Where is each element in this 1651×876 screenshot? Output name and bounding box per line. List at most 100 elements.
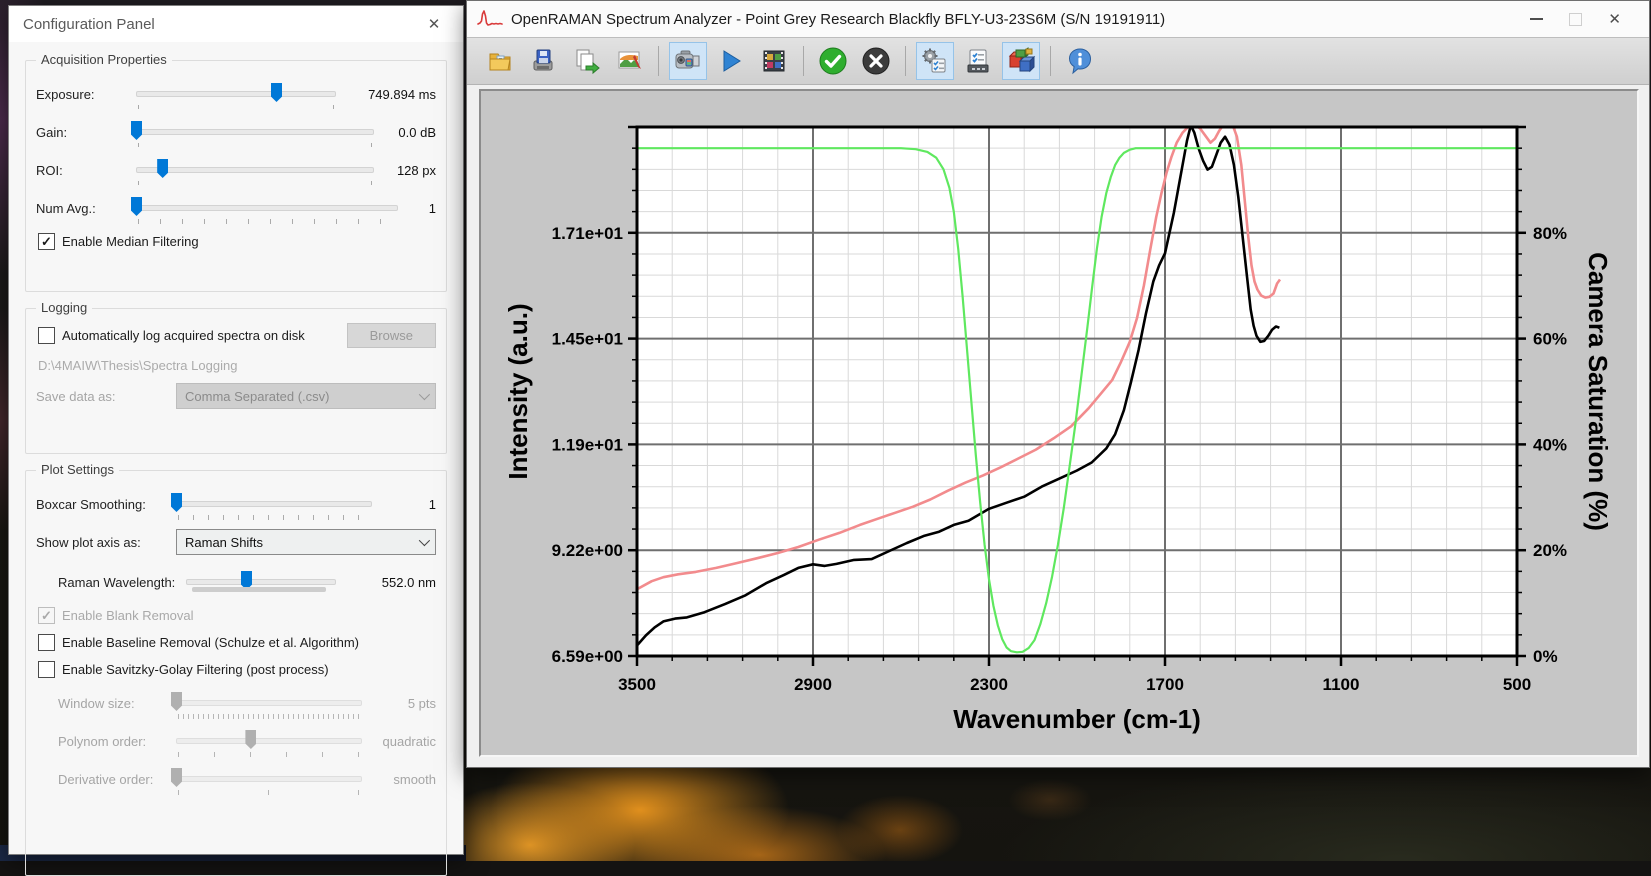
window-size-row: Window size: 5 pts: [58, 688, 436, 719]
save-format-select: Comma Separated (.csv): [176, 383, 436, 409]
copy-icon[interactable]: [567, 42, 605, 80]
polynom-order-slider: [176, 726, 362, 757]
derivative-order-value: smooth: [393, 771, 436, 787]
maximize-icon[interactable]: [1569, 12, 1583, 26]
y-right-tick-label: 20%: [1533, 541, 1567, 560]
y-left-axis-title: Intensity (a.u.): [503, 303, 533, 479]
enable-savitzky-golay-checkbox[interactable]: Enable Savitzky-Golay Filtering (post pr…: [38, 661, 434, 678]
configuration-panel-titlebar[interactable]: Configuration Panel ✕: [9, 6, 463, 42]
raman-wavelength-slider-track[interactable]: [186, 579, 336, 585]
polynom-order-slider-ticks: [178, 752, 360, 757]
plot-axis-select[interactable]: Raman Shifts: [176, 529, 436, 555]
boxcar-slider[interactable]: [171, 489, 372, 520]
spectrum-chart[interactable]: 3500 2900 2300 1700 1100 500 6.59e+00 9.22e+00 1…: [481, 91, 1633, 751]
gain-label: Gain:: [36, 124, 68, 140]
exposure-slider[interactable]: [136, 79, 336, 109]
x-axis-title: Wavenumber (cm-1): [953, 704, 1201, 734]
enable-blank-removal-checkbox: Enable Blank Removal: [38, 607, 434, 624]
y-left-tick-label: 1.71e+01: [552, 224, 623, 243]
toolbar-separator: [905, 46, 906, 76]
num-avg-slider-track[interactable]: [136, 205, 398, 211]
film-icon[interactable]: [755, 42, 793, 80]
checkbox-box[interactable]: [38, 327, 55, 344]
close-icon[interactable]: ✕: [1608, 12, 1621, 27]
plot-axis-value: Raman Shifts: [185, 534, 264, 550]
logging-group: Logging Automatically log acquired spect…: [25, 300, 447, 454]
exposure-slider-track[interactable]: [136, 91, 336, 97]
autolog-label: Automatically log acquired spectra on di…: [62, 328, 305, 343]
window-size-slider: [171, 688, 362, 719]
close-icon[interactable]: ✕: [419, 11, 449, 37]
num-avg-row: Num Avg.: 1: [36, 193, 436, 224]
polynom-order-slider-track: [176, 738, 362, 744]
analyzer-titlebar[interactable]: OpenRAMAN Spectrum Analyzer - Point Grey…: [467, 1, 1649, 37]
play-icon[interactable]: [712, 42, 750, 80]
gain-slider-track[interactable]: [136, 129, 374, 135]
checkbox-box[interactable]: [38, 661, 55, 678]
window-size-slider-track: [176, 700, 362, 706]
spectrum-analyzer-window: OpenRAMAN Spectrum Analyzer - Point Grey…: [466, 0, 1650, 768]
roi-slider-thumb[interactable]: [157, 159, 169, 178]
num-avg-slider[interactable]: [131, 193, 398, 224]
show-plot-axis-label: Show plot axis as:: [36, 534, 141, 550]
checkbox-box: [38, 607, 55, 624]
acquisition-properties-group: Acquisition Properties Exposure: 749.894…: [25, 52, 447, 292]
chart-options-icon[interactable]: [1002, 42, 1040, 80]
enable-median-filtering-checkbox[interactable]: Enable Median Filtering: [38, 233, 434, 250]
y-right-tick-label: 80%: [1533, 224, 1567, 243]
toolbar-separator: [658, 46, 659, 76]
open-folder-icon[interactable]: [481, 42, 519, 80]
roi-slider[interactable]: [136, 155, 374, 185]
accept-icon[interactable]: [814, 42, 852, 80]
enable-blank-removal-label: Enable Blank Removal: [62, 608, 194, 623]
boxcar-row: Boxcar Smoothing: 1: [36, 489, 436, 520]
browse-button[interactable]: Browse: [346, 323, 436, 348]
checkbox-box[interactable]: [38, 634, 55, 651]
spectrum-chart-panel: 3500 2900 2300 1700 1100 500 6.59e+00 9.22e+00 1…: [479, 89, 1639, 757]
processing-settings-icon[interactable]: [959, 42, 997, 80]
gain-slider[interactable]: [131, 117, 374, 148]
image-export-icon[interactable]: [610, 42, 648, 80]
roi-label: ROI:: [36, 162, 63, 178]
x-tick-label: 2900: [794, 675, 832, 694]
y-right-axis-title: Camera Saturation (%): [1583, 252, 1613, 531]
save-icon[interactable]: [524, 42, 562, 80]
enable-baseline-removal-label: Enable Baseline Removal (Schulze et al. …: [62, 635, 359, 650]
autolog-checkbox[interactable]: Automatically log acquired spectra on di…: [38, 327, 305, 344]
derivative-order-row: Derivative order: smooth: [58, 764, 436, 795]
roi-row: ROI: 128 px: [36, 155, 436, 185]
exposure-slider-thumb[interactable]: [271, 83, 282, 102]
gain-slider-ticks: [138, 143, 372, 148]
chevron-down-icon: [418, 388, 431, 401]
exposure-row: Exposure: 749.894 ms: [36, 79, 436, 109]
logging-path: D:\4MAIW\Thesis\Spectra Logging: [38, 358, 238, 373]
polynom-order-row: Polynom order: quadratic: [58, 726, 436, 757]
boxcar-slider-track[interactable]: [176, 501, 372, 507]
configuration-panel-title: Configuration Panel: [23, 15, 155, 33]
toolbar-separator: [803, 46, 804, 76]
roi-slider-ticks: [138, 181, 372, 186]
enable-baseline-removal-checkbox[interactable]: Enable Baseline Removal (Schulze et al. …: [38, 634, 434, 651]
exposure-value: 749.894 ms: [368, 86, 436, 102]
info-icon[interactable]: [1061, 42, 1099, 80]
gain-row: Gain: 0.0 dB: [36, 117, 436, 147]
acquisition-settings-icon[interactable]: [916, 42, 954, 80]
raman-wavelength-value: 552.0 nm: [381, 574, 436, 590]
window-size-label: Window size:: [58, 695, 135, 711]
raman-wavelength-slider[interactable]: [186, 567, 336, 597]
window-size-value: 5 pts: [407, 695, 436, 711]
x-tick-label: 1100: [1323, 675, 1360, 694]
x-tick-label: 2300: [970, 675, 1008, 694]
exposure-label: Exposure:: [36, 86, 95, 102]
minimize-icon[interactable]: [1530, 18, 1544, 20]
analyzer-window-title: OpenRAMAN Spectrum Analyzer - Point Grey…: [511, 10, 1166, 28]
roi-slider-track[interactable]: [136, 167, 374, 173]
camera-icon[interactable]: [669, 42, 707, 80]
x-tick-label: 500: [1503, 675, 1531, 694]
cancel-icon[interactable]: [857, 42, 895, 80]
boxcar-label: Boxcar Smoothing:: [36, 496, 146, 512]
raman-wavelength-range-bar: [192, 587, 326, 592]
num-avg-value: 1: [428, 200, 436, 216]
y-right-tick-label: 40%: [1533, 435, 1567, 454]
checkbox-box[interactable]: [38, 233, 55, 250]
